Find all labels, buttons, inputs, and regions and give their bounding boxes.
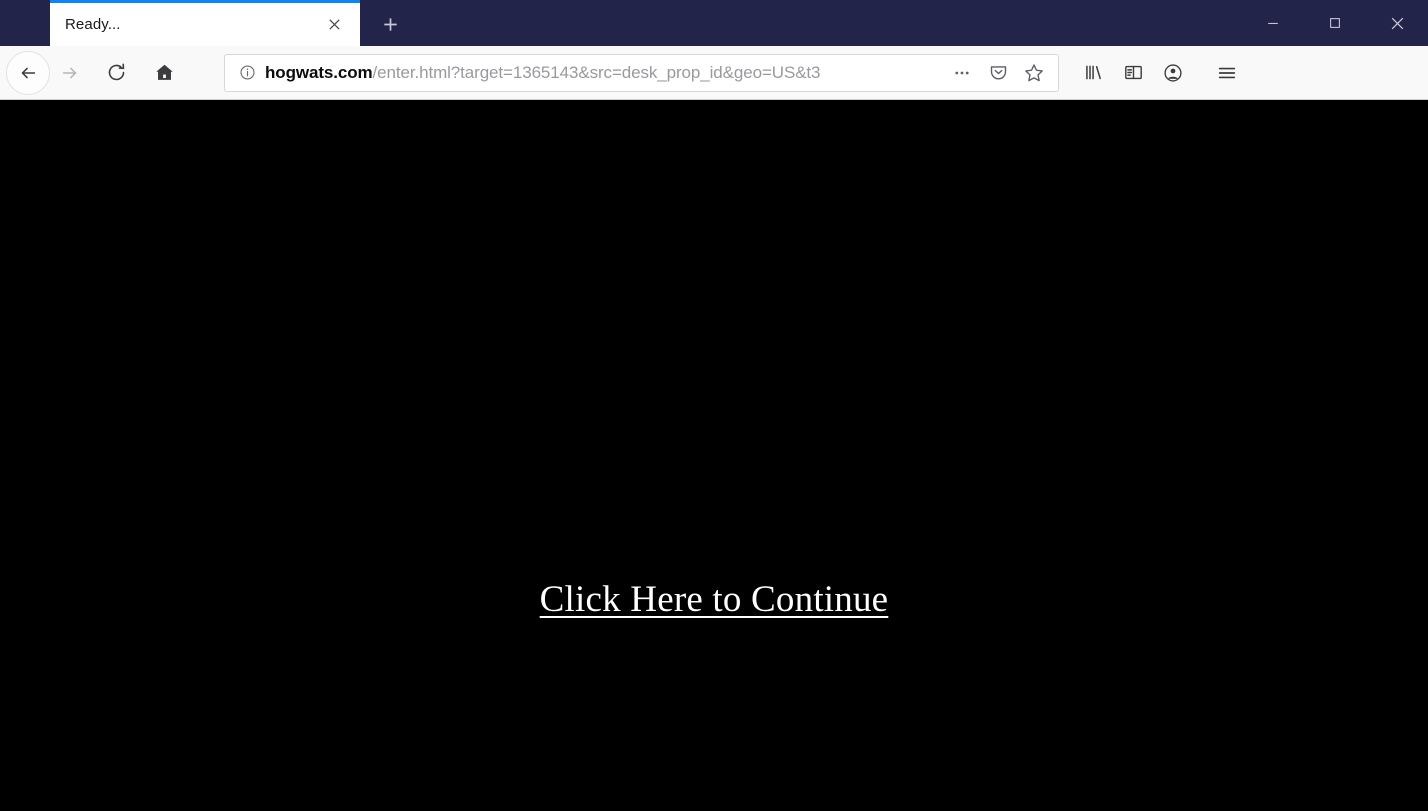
maximize-icon[interactable]: [1304, 0, 1366, 46]
window-controls: [1242, 0, 1428, 46]
browser-window: Ready... hogwats.com /enter.html?target=…: [0, 0, 1428, 811]
forward-arrow-icon[interactable]: [50, 53, 90, 93]
info-circle-icon[interactable]: [235, 64, 259, 81]
reload-icon[interactable]: [96, 53, 136, 93]
ellipsis-icon[interactable]: [944, 56, 980, 90]
sidebar-icon[interactable]: [1113, 53, 1153, 93]
back-arrow-icon[interactable]: [6, 50, 50, 95]
url-path: /enter.html?target=1365143&src=desk_prop…: [372, 62, 821, 82]
navigation-toolbar: hogwats.com/enter.html?target=1365143&sr…: [0, 46, 1428, 100]
star-icon[interactable]: [1016, 56, 1052, 90]
tab-title: Ready...: [65, 16, 121, 33]
pocket-icon[interactable]: [980, 56, 1016, 90]
tab-bar: Ready...: [0, 0, 1428, 46]
account-icon[interactable]: [1153, 53, 1193, 93]
hamburger-menu-icon[interactable]: [1207, 53, 1247, 93]
library-icon[interactable]: [1073, 53, 1113, 93]
minimize-icon[interactable]: [1242, 0, 1304, 46]
address-bar[interactable]: hogwats.com/enter.html?target=1365143&sr…: [224, 53, 1059, 92]
home-icon[interactable]: [144, 53, 184, 93]
url-text[interactable]: hogwats.com/enter.html?target=1365143&sr…: [265, 54, 944, 92]
toolbar-right: [1073, 53, 1247, 93]
url-host: hogwats.com: [265, 62, 373, 82]
browser-tab-active[interactable]: Ready...: [50, 0, 360, 46]
new-tab-button[interactable]: [368, 2, 412, 46]
continue-link[interactable]: Click Here to Continue: [0, 578, 1428, 621]
close-icon[interactable]: [316, 7, 352, 43]
close-window-icon[interactable]: [1366, 0, 1428, 46]
page-content: Click Here to Continue: [0, 100, 1428, 811]
